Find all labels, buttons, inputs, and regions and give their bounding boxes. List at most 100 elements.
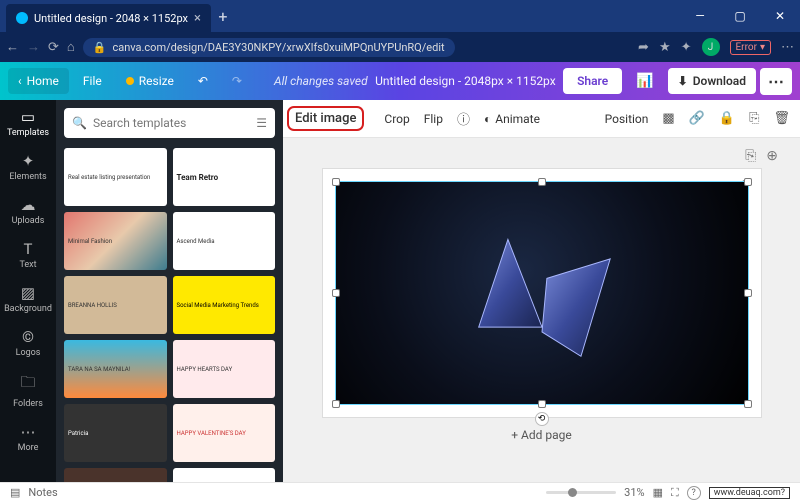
zoom-knob[interactable] [568, 488, 577, 497]
info-icon[interactable]: ⓘ [457, 109, 470, 128]
redo-button[interactable]: ↷ [222, 68, 252, 94]
search-icon: 🔍 [72, 116, 87, 130]
document-title[interactable]: Untitled design - 2048px × 1152px [375, 74, 556, 88]
crop-button[interactable]: Crop [384, 112, 409, 126]
extensions-icon[interactable]: ✦ [681, 40, 692, 55]
nav-forward-icon[interactable]: → [27, 39, 40, 55]
browser-menu-icon[interactable]: ⋯ [781, 40, 794, 55]
file-menu[interactable]: File [73, 68, 112, 94]
zoom-slider[interactable] [546, 491, 616, 494]
delete-icon[interactable]: 🗑 [773, 111, 790, 126]
rail-templates[interactable]: ▭Templates [7, 108, 49, 138]
search-input[interactable]: 🔍 Search templates ☰ [64, 108, 275, 138]
notes-button[interactable]: Notes [28, 486, 57, 499]
template-thumb[interactable]: Minimal Fashion [64, 212, 167, 270]
template-grid: Real estate listing presentation Team Re… [64, 148, 275, 482]
template-thumb[interactable]: My Top 5 moments with you [173, 468, 276, 482]
more-menu-button[interactable]: ⋯ [760, 68, 792, 95]
nav-home-icon[interactable]: ⌂ [67, 39, 75, 55]
lock-icon[interactable]: 🔒 [719, 111, 735, 126]
canvas-area: Edit image Crop Flip ⓘ ◐ Animate Positio… [283, 100, 800, 482]
edit-image-button[interactable]: Edit image [287, 106, 364, 131]
resize-button[interactable]: Resize [116, 68, 184, 94]
rail-text[interactable]: TText [19, 240, 36, 270]
resize-handle-bl[interactable] [332, 400, 340, 408]
bookmark-icon[interactable]: ★ [659, 40, 671, 55]
window-close-button[interactable]: ✕ [760, 0, 800, 32]
resize-handle-bm[interactable] [538, 400, 546, 408]
background-icon: ▨ [21, 284, 35, 302]
rail-uploads[interactable]: ☁Uploads [12, 196, 45, 226]
page-frame[interactable]: ⟳ [322, 168, 762, 418]
template-thumb[interactable]: TARA NA SA MAYNILA! [64, 340, 167, 398]
template-thumb[interactable]: Ascend Media [173, 212, 276, 270]
resize-handle-br[interactable] [744, 400, 752, 408]
text-icon: T [24, 240, 33, 258]
link-icon[interactable]: 🔗 [689, 111, 705, 126]
template-thumb[interactable]: Team Retro [173, 148, 276, 206]
help-icon[interactable]: ? [687, 486, 701, 500]
transparency-icon[interactable]: ▩ [662, 111, 674, 126]
workspace: ▭Templates ✦Elements ☁Uploads TText ▨Bac… [0, 100, 800, 482]
share-icon[interactable]: ➦ [638, 40, 649, 55]
browser-urlbar: ← → ⟳ ⌂ 🔒 canva.com/design/DAE3Y30NKPY/x… [0, 32, 800, 62]
rotate-handle[interactable]: ⟲ [535, 412, 549, 426]
address-field[interactable]: 🔒 canva.com/design/DAE3Y30NKPY/xrwXlfs0x… [83, 38, 455, 57]
grid-view-icon[interactable]: ▦ [653, 486, 663, 499]
duplicate-icon[interactable]: ⎘ [749, 111, 759, 126]
chevron-left-icon: ‹ [18, 74, 22, 88]
download-button[interactable]: ⬇ Download [668, 68, 756, 94]
template-thumb[interactable]: HAPPY HEARTS DAY [173, 340, 276, 398]
uploads-icon: ☁ [20, 196, 35, 214]
resize-handle-tr[interactable] [744, 178, 752, 186]
home-button[interactable]: ‹ Home [8, 68, 69, 94]
undo-button[interactable]: ↶ [188, 68, 218, 94]
nav-reload-icon[interactable]: ⟳ [48, 40, 59, 55]
template-thumb[interactable]: BREANNA HOLLIS [64, 276, 167, 334]
rail-folders[interactable]: 🗀Folders [13, 372, 43, 409]
share-button[interactable]: Share [563, 68, 622, 94]
rail-background[interactable]: ▨Background [4, 284, 52, 314]
add-page-button[interactable]: + Add page [511, 428, 572, 442]
window-maximize-button[interactable]: ▢ [720, 0, 760, 32]
browser-tab[interactable]: Untitled design - 2048 × 1152px × [6, 4, 211, 32]
rail-elements[interactable]: ✦Elements [9, 152, 46, 182]
search-placeholder: Search templates [93, 116, 186, 130]
home-label: Home [27, 74, 59, 88]
fullscreen-icon[interactable]: ⛶ [671, 486, 679, 500]
resize-handle-tm[interactable] [538, 178, 546, 186]
watermark: www.deuaq.com? [709, 487, 790, 499]
logos-icon: © [22, 328, 34, 346]
template-thumb[interactable]: Social Media Marketing Trends [173, 276, 276, 334]
url-text: canva.com/design/DAE3Y30NKPY/xrwXlfs0xui… [112, 41, 444, 54]
resize-handle-mr[interactable] [744, 289, 752, 297]
error-badge[interactable]: Error▾ [730, 40, 772, 55]
add-page-icon[interactable]: ⊕ [766, 148, 778, 164]
template-thumb[interactable]: Real estate listing presentation [64, 148, 167, 206]
tab-close-icon[interactable]: × [194, 11, 201, 26]
zoom-value[interactable]: 31% [624, 486, 644, 499]
canvas-stage[interactable]: ⎘ ⊕ ⟳ [283, 138, 800, 482]
notes-icon[interactable]: ▤ [10, 486, 20, 499]
nav-back-icon[interactable]: ← [6, 39, 19, 55]
template-thumb[interactable]: Patricia [64, 404, 167, 462]
insights-icon[interactable]: 📊 [626, 67, 663, 95]
duplicate-page-icon[interactable]: ⎘ [745, 148, 756, 164]
animate-button[interactable]: ◐ Animate [484, 112, 540, 126]
profile-avatar[interactable]: J [702, 38, 720, 56]
rail-more[interactable]: ⋯More [18, 423, 39, 453]
new-tab-button[interactable]: + [211, 7, 235, 26]
side-rail: ▭Templates ✦Elements ☁Uploads TText ▨Bac… [0, 100, 56, 482]
templates-icon: ▭ [21, 108, 35, 126]
flip-button[interactable]: Flip [424, 112, 443, 126]
rail-logos[interactable]: ©Logos [16, 328, 41, 358]
resize-handle-tl[interactable] [332, 178, 340, 186]
resize-handle-ml[interactable] [332, 289, 340, 297]
tab-title: Untitled design - 2048 × 1152px [34, 12, 188, 25]
window-minimize-button[interactable]: — [680, 0, 720, 32]
page-tools: ⎘ ⊕ [301, 148, 782, 168]
template-thumb[interactable]: HAPPY VALENTINE'S DAY [173, 404, 276, 462]
position-button[interactable]: Position [605, 112, 649, 126]
filter-icon[interactable]: ☰ [256, 116, 267, 130]
template-thumb[interactable]: Be My Valentine [64, 468, 167, 482]
